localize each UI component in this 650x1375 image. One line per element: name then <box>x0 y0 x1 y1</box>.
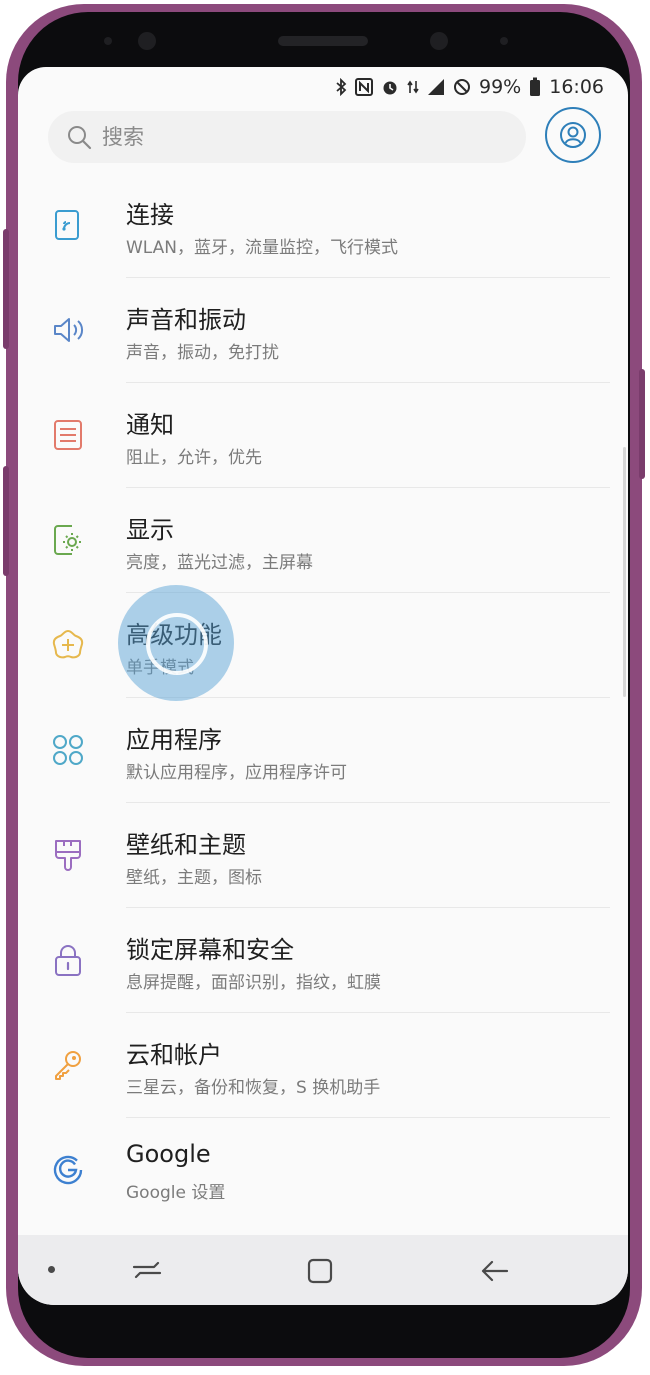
settings-item-title: 显示 <box>126 516 174 544</box>
settings-item-subtitle: 息屏提醒，面部识别，指纹，虹膜 <box>126 973 381 993</box>
settings-item-wallpapers-themes[interactable]: 壁纸和主题 壁纸，主题，图标 <box>18 803 628 908</box>
wallpaper-themes-icon <box>50 837 86 873</box>
sound-icon <box>50 312 86 348</box>
settings-item-title: 连接 <box>126 201 174 229</box>
apps-icon <box>50 732 86 768</box>
back-arrow-icon <box>481 1260 509 1282</box>
ambient-sensor <box>500 37 508 45</box>
settings-item-subtitle: 默认应用程序，应用程序许可 <box>126 763 347 783</box>
battery-icon <box>529 77 541 97</box>
google-icon <box>50 1152 86 1188</box>
earpiece-speaker <box>278 36 368 46</box>
status-bar: 99% 16:06 <box>335 75 604 99</box>
touch-indicator-ring <box>146 613 208 675</box>
proximity-sensor <box>104 37 112 45</box>
settings-item-subtitle: Google 设置 <box>126 1183 226 1203</box>
screen: 99% 16:06 连接 WLAN，蓝牙，流量监控，飞行模式 <box>18 67 628 1305</box>
key-icon <box>50 1047 86 1083</box>
settings-item-sounds[interactable]: 声音和振动 声音，振动，免打扰 <box>18 278 628 383</box>
settings-item-title: 通知 <box>126 411 174 439</box>
notification-icon <box>50 417 86 453</box>
settings-item-title: Google <box>126 1140 211 1168</box>
search-bar[interactable] <box>48 111 526 163</box>
battery-percent: 99% <box>479 76 522 98</box>
recent-apps-icon <box>132 1261 162 1279</box>
nfc-icon <box>355 78 373 96</box>
settings-item-title: 云和帐户 <box>126 1041 222 1069</box>
connections-icon <box>50 207 86 243</box>
bluetooth-icon <box>335 78 347 96</box>
iris-sensor <box>430 32 448 50</box>
settings-item-connections[interactable]: 连接 WLAN，蓝牙，流量监控，飞行模式 <box>18 173 628 278</box>
settings-item-cloud-accounts[interactable]: 云和帐户 三星云，备份和恢复，S 换机助手 <box>18 1013 628 1118</box>
bixby-button <box>3 229 9 349</box>
settings-item-subtitle: 阻止，允许，优先 <box>126 448 262 468</box>
account-icon <box>558 120 588 150</box>
display-icon <box>50 522 86 558</box>
settings-item-subtitle: 声音，振动，免打扰 <box>126 343 279 363</box>
settings-list: 连接 WLAN，蓝牙，流量监控，飞行模式 声音和振动 声音，振动，免打扰 通知 … <box>18 173 628 1223</box>
clock: 16:06 <box>549 76 604 98</box>
volume-button <box>3 466 9 576</box>
scrollbar[interactable] <box>623 447 626 697</box>
settings-item-title: 锁定屏幕和安全 <box>126 936 294 964</box>
search-icon <box>66 124 92 150</box>
settings-item-advanced-features[interactable]: 高级功能 单手模式 <box>18 593 628 698</box>
settings-item-display[interactable]: 显示 亮度，蓝光过滤，主屏幕 <box>18 488 628 593</box>
settings-item-title: 壁纸和主题 <box>126 831 246 859</box>
home-icon <box>307 1258 333 1284</box>
settings-item-title: 应用程序 <box>126 726 222 754</box>
touch-indicator <box>118 585 234 701</box>
recent-apps-button[interactable] <box>130 1257 164 1287</box>
settings-item-notifications[interactable]: 通知 阻止，允许，优先 <box>18 383 628 488</box>
advanced-features-icon <box>50 627 86 663</box>
lock-icon <box>50 942 86 978</box>
nav-dot-indicator <box>48 1266 55 1273</box>
search-input[interactable] <box>100 124 484 150</box>
settings-item-subtitle: 亮度，蓝光过滤，主屏幕 <box>126 553 313 573</box>
account-button[interactable] <box>545 107 601 163</box>
settings-item-subtitle: 壁纸，主题，图标 <box>126 868 262 888</box>
settings-item-subtitle: WLAN，蓝牙，流量监控，飞行模式 <box>126 238 399 258</box>
settings-item-subtitle: 三星云，备份和恢复，S 换机助手 <box>126 1078 381 1098</box>
signal-icon <box>427 78 445 96</box>
settings-item-google[interactable]: Google Google 设置 <box>18 1118 628 1223</box>
home-button[interactable] <box>306 1257 334 1289</box>
no-sim-icon <box>453 78 471 96</box>
back-button[interactable] <box>480 1257 510 1289</box>
data-arrows-icon <box>407 78 419 96</box>
front-camera <box>138 32 156 50</box>
settings-item-title: 声音和振动 <box>126 306 246 334</box>
power-button <box>639 369 645 479</box>
settings-item-apps[interactable]: 应用程序 默认应用程序，应用程序许可 <box>18 698 628 803</box>
navigation-bar <box>18 1235 628 1305</box>
alarm-icon <box>381 78 399 96</box>
settings-item-lockscreen-security[interactable]: 锁定屏幕和安全 息屏提醒，面部识别，指纹，虹膜 <box>18 908 628 1013</box>
